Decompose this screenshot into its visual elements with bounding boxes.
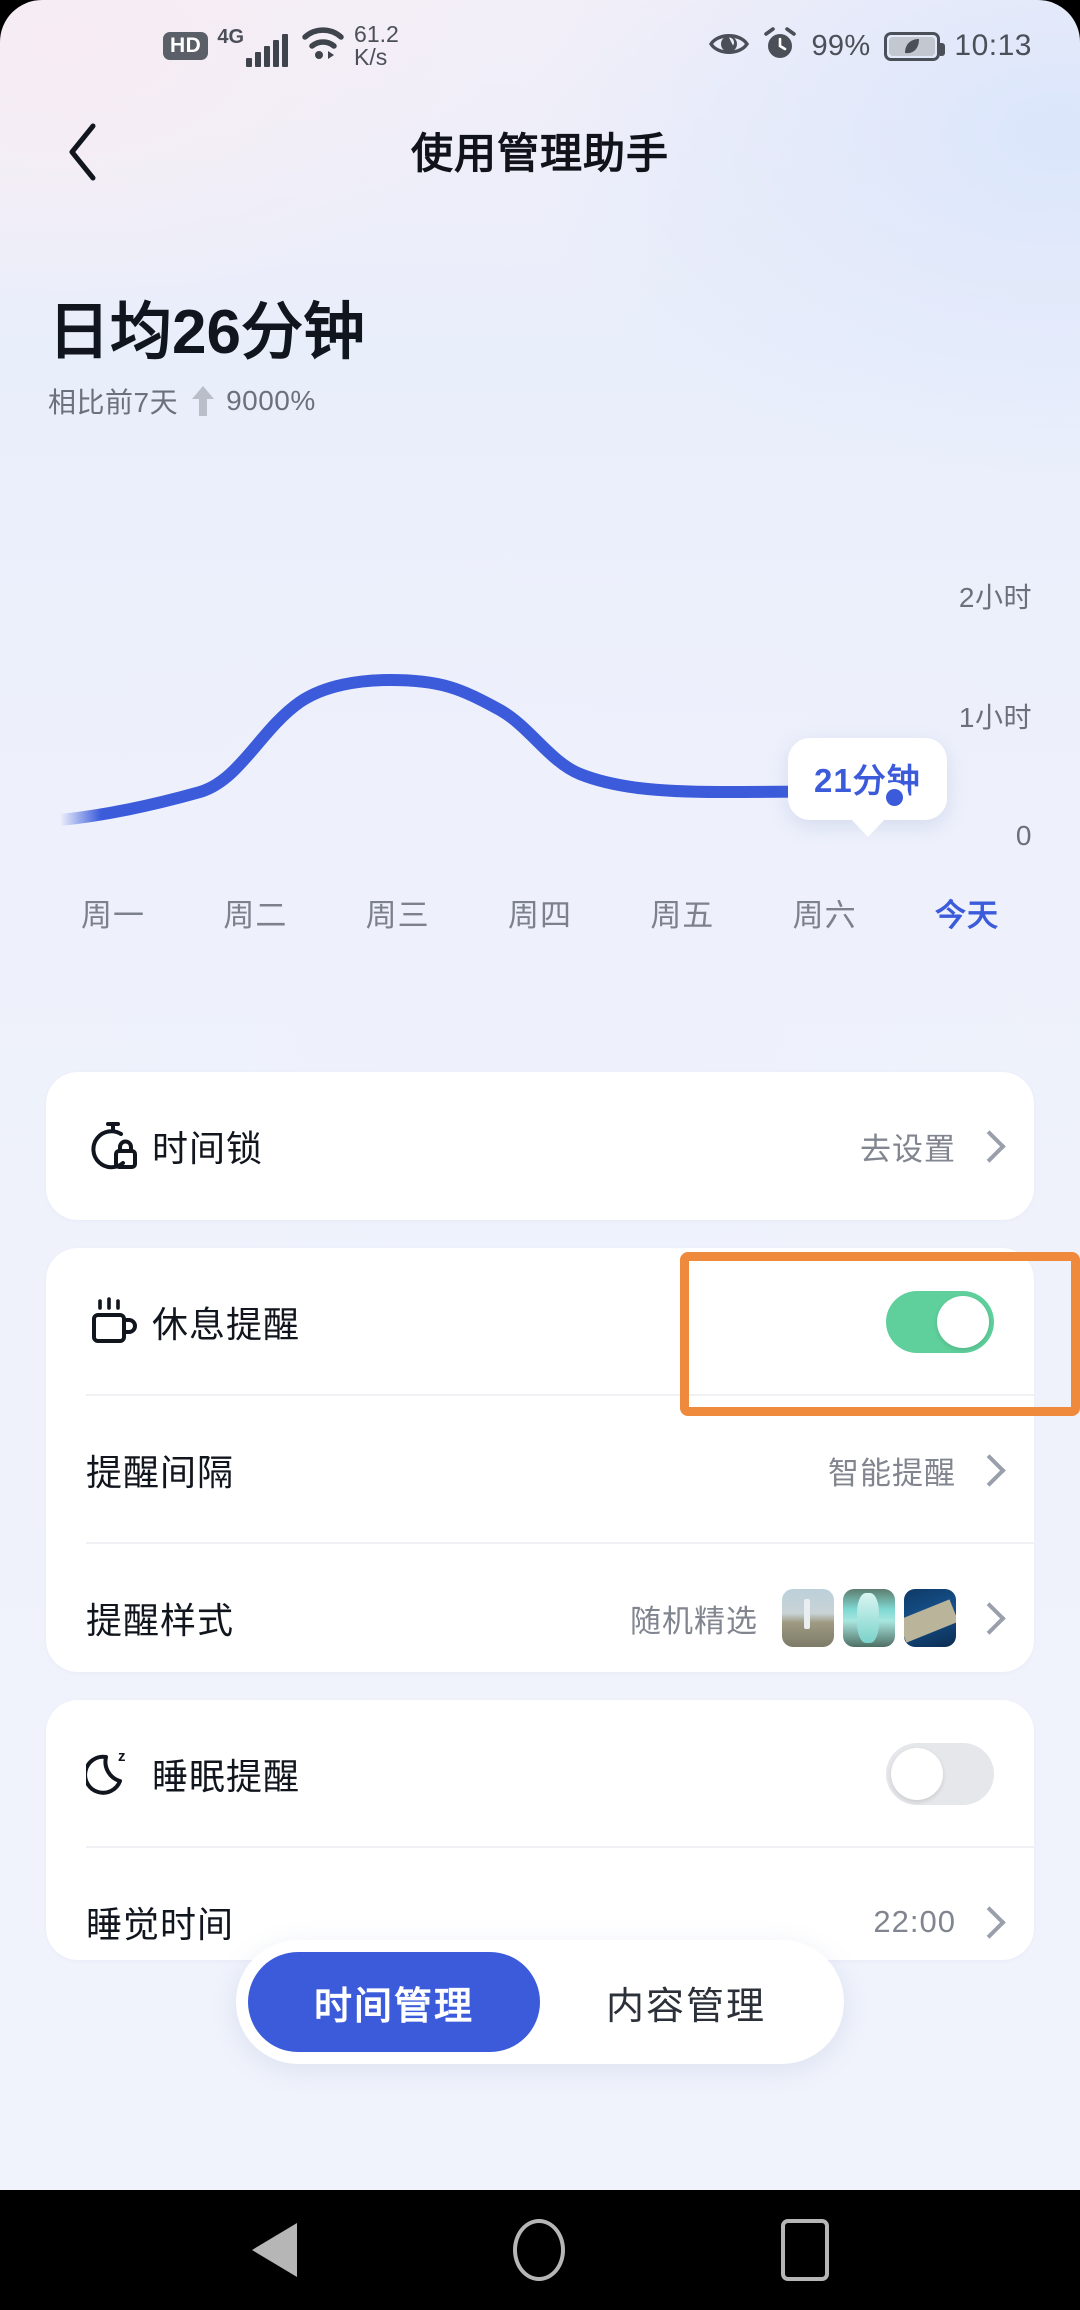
chart-tooltip: 21分钟 [788,738,947,837]
chart-selected-point [879,782,909,812]
rest-reminder-card: 休息提醒 提醒间隔 智能提醒 提醒样式 随机精选 [46,1248,1034,1672]
chevron-right-icon [978,1604,994,1632]
back-button[interactable] [38,106,128,202]
stopwatch-lock-icon [86,1118,152,1174]
chevron-right-icon [978,1132,994,1160]
chevron-left-icon [66,123,100,186]
time-lock-right[interactable]: 去设置 [860,1124,994,1169]
usage-chart: 2小时 1小时 0 21分钟 [0,520,1080,940]
daily-average-label: 日均26分钟 [48,298,365,367]
waterfall-thumbnail [843,1589,895,1647]
y-axis-label-0: 0 [1015,820,1032,851]
bedtime-right[interactable]: 22:00 [873,1904,994,1940]
sleep-reminder-row[interactable]: z 睡眠提醒 [46,1700,1034,1848]
lighthouse-beach-thumbnail [782,1589,834,1647]
status-bar-right: 99% 10:13 [709,26,1032,66]
day-label-tue[interactable]: 周二 [200,890,310,935]
battery-percent: 99% [811,29,871,62]
y-axis-label-2h: 2小时 [958,582,1032,613]
reminder-interval-right[interactable]: 智能提醒 [828,1448,994,1493]
chevron-right-icon [978,1908,994,1936]
phone-screen: HD 4G 61.2 K/s 99% 10:13 使用管理助手 日均26分钟 相… [0,0,1080,2190]
dark-sea-cliff-thumbnail [904,1589,956,1647]
comparison-value: 9000% [226,385,316,417]
comparison-line: 相比前7天 9000% [48,381,365,421]
eye-icon [709,30,750,63]
tab-time-management[interactable]: 时间管理 [248,1952,540,2052]
reminder-style-right[interactable]: 随机精选 [630,1589,994,1647]
time-lock-card: 时间锁 去设置 [46,1072,1034,1220]
tab-content-management[interactable]: 内容管理 [540,1952,832,2052]
sleep-reminder-label: 睡眠提醒 [152,1756,301,1797]
network-speed-value: 61.2 [354,20,399,47]
hd-badge: HD [163,32,209,60]
sleep-reminder-toggle[interactable] [886,1743,994,1805]
network-speed-unit: K/s [354,44,388,70]
status-bar-left: HD 4G 61.2 K/s [163,20,399,70]
signal-bars-icon [246,33,289,67]
time-lock-row[interactable]: 时间锁 去设置 [46,1072,1034,1220]
reminder-style-label: 提醒样式 [86,1600,235,1641]
wifi-icon [301,26,345,67]
mobile-signal-icon: 4G [217,25,289,67]
day-label-mon[interactable]: 周一 [58,890,168,935]
comparison-label: 相比前7天 [48,387,179,419]
bedtime-label: 睡觉时间 [86,1904,235,1945]
svg-text:z: z [118,1748,126,1765]
chevron-right-icon [978,1456,994,1484]
day-label-fri[interactable]: 周五 [627,890,737,935]
usage-summary: 日均26分钟 相比前7天 9000% [48,300,365,421]
battery-saver-leaf-icon [884,31,946,61]
status-bar: HD 4G 61.2 K/s 99% 10:13 [0,0,1080,92]
title-bar: 使用管理助手 [0,100,1080,210]
reminder-interval-row[interactable]: 提醒间隔 智能提醒 [46,1396,1034,1544]
y-axis-label-1h: 1小时 [958,702,1032,733]
chart-line [60,674,886,826]
network-generation-label: 4G [217,25,245,48]
sleep-reminder-card: z 睡眠提醒 睡觉时间 22:00 [46,1700,1034,1960]
coffee-cup-icon [86,1295,152,1349]
rest-reminder-label: 休息提醒 [152,1304,301,1345]
circle-home-icon[interactable] [512,2219,565,2281]
time-lock-value: 去设置 [860,1131,956,1167]
reminder-style-value: 随机精选 [630,1603,758,1639]
day-label-today[interactable]: 今天 [912,890,1022,935]
day-label-wed[interactable]: 周三 [343,890,453,935]
triangle-back-icon[interactable] [251,2223,297,2277]
chart-day-labels: 周一 周二 周三 周四 周五 周六 今天 [0,890,1080,935]
android-nav-bar [0,2190,1080,2310]
reminder-interval-label: 提醒间隔 [86,1452,235,1493]
status-bar-clock: 10:13 [954,29,1032,62]
time-lock-label: 时间锁 [152,1128,264,1169]
moon-sleep-icon: z [86,1747,152,1801]
arrow-up-icon [192,386,215,417]
reminder-style-thumbnails [782,1589,956,1647]
reminder-interval-value: 智能提醒 [828,1455,956,1491]
sleep-reminder-toggle-wrap[interactable] [886,1743,994,1805]
day-label-thu[interactable]: 周四 [485,890,595,935]
rest-reminder-toggle[interactable] [886,1291,994,1353]
bottom-tab-bar: 时间管理 内容管理 [236,1940,844,2064]
network-speed: 61.2 K/s [354,20,399,70]
day-label-sat[interactable]: 周六 [770,890,880,935]
rest-reminder-toggle-wrap[interactable] [886,1291,994,1353]
bedtime-value: 22:00 [873,1904,956,1939]
reminder-style-row[interactable]: 提醒样式 随机精选 [46,1544,1034,1692]
rest-reminder-row[interactable]: 休息提醒 [46,1248,1034,1396]
square-recents-icon[interactable] [780,2219,829,2281]
alarm-clock-icon [763,26,797,66]
page-title: 使用管理助手 [410,129,669,177]
